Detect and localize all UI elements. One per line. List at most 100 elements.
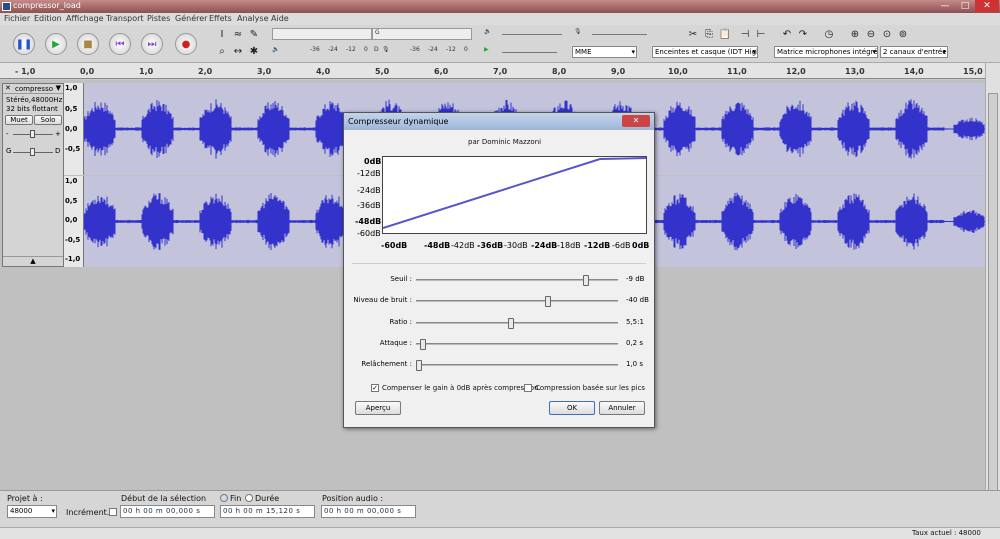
meter-tick: -36	[310, 46, 320, 53]
menu-transport[interactable]: Transport	[106, 14, 144, 23]
close-icon[interactable]: ✕	[975, 0, 999, 12]
silence-icon[interactable]: ⊢	[754, 28, 768, 42]
meter-tick: -24	[428, 46, 438, 53]
pan-slider[interactable]	[13, 148, 53, 156]
play-at-speed-slider[interactable]: ▶	[484, 46, 564, 58]
audio-position-time[interactable]: 00 h 00 m 00,000 s	[321, 505, 416, 518]
dialog-titlebar[interactable]: Compresseur dynamique ✕	[344, 113, 654, 130]
vertical-scrollbar[interactable]	[985, 63, 1000, 493]
play-button[interactable]: ▶	[45, 33, 67, 55]
chevron-down-icon: ▾	[942, 48, 946, 56]
preview-button[interactable]: Aperçu	[355, 401, 401, 415]
menu-generer[interactable]: Générer	[175, 14, 207, 23]
pause-button[interactable]: ❚❚	[13, 33, 35, 55]
ok-button[interactable]: OK	[549, 401, 595, 415]
dialog-author: par Dominic Mazzoni	[468, 138, 542, 146]
graph-x-tick: 0dB	[632, 241, 650, 250]
release-row: Relâchement : 1,0 s	[344, 358, 654, 372]
trim-icon[interactable]: ⊣	[738, 28, 752, 42]
solo-button[interactable]: Solo	[34, 115, 62, 125]
noise-floor-slider-thumb[interactable]	[545, 296, 551, 307]
skip-end-button[interactable]: ⏭	[141, 33, 163, 55]
input-device-select[interactable]: Matrice microphones intégrée ▾	[774, 46, 878, 58]
fit-selection-icon[interactable]: ⊙	[880, 28, 894, 42]
maximize-button[interactable]: □	[955, 0, 975, 12]
track-format: Stéréo,48000Hz	[6, 96, 63, 104]
sync-lock-icon[interactable]: ◷	[822, 28, 836, 42]
compensate-gain-checkbox[interactable]: ✓	[371, 384, 379, 392]
noise-floor-slider[interactable]	[416, 296, 618, 307]
paste-icon[interactable]: 📋	[718, 28, 732, 42]
window-titlebar: compressor_load — □ ✕	[0, 0, 1000, 13]
output-device-select[interactable]: Enceintes et casque (IDT High ▾	[652, 46, 758, 58]
menu-affichage[interactable]: Affichage	[66, 14, 104, 23]
ratio-row: Ratio : 5,5:1	[344, 316, 654, 330]
playback-meter[interactable]	[272, 28, 372, 40]
duration-radio[interactable]	[245, 494, 253, 502]
stop-button[interactable]: ■	[77, 33, 99, 55]
ratio-slider-thumb[interactable]	[508, 318, 514, 329]
collapse-track-button[interactable]: ▲	[3, 256, 63, 266]
menu-fichier[interactable]: Fichier	[4, 14, 30, 23]
menu-pistes[interactable]: Pistes	[147, 14, 170, 23]
ruler-tick: - 1,0	[15, 67, 36, 76]
attack-slider[interactable]	[416, 339, 618, 350]
mixer-output-slider[interactable]: 🔉	[484, 28, 569, 40]
fit-project-icon[interactable]: ⊚	[896, 28, 910, 42]
mute-button[interactable]: Muet	[5, 115, 33, 125]
multi-tool-icon[interactable]: ✱	[247, 45, 261, 59]
vruler-tick: 0,5	[65, 105, 78, 113]
copy-icon[interactable]: ⎘	[702, 28, 716, 42]
undo-icon[interactable]: ↶	[780, 28, 794, 42]
zoom-in-icon[interactable]: ⊕	[848, 28, 862, 42]
draw-tool-icon[interactable]: ✎	[247, 28, 261, 42]
attack-slider-thumb[interactable]	[420, 339, 426, 350]
threshold-value: -9 dB	[626, 275, 645, 283]
gain-slider[interactable]	[13, 130, 53, 138]
timeshift-tool-icon[interactable]: ↔	[231, 45, 245, 59]
end-radio[interactable]	[220, 494, 228, 502]
input-device-value: Matrice microphones intégrée	[777, 48, 878, 56]
record-button[interactable]: ●	[175, 33, 197, 55]
selection-start-time[interactable]: 00 h 00 m 00,000 s	[120, 505, 215, 518]
selection-end-time[interactable]: 00 h 00 m 15,120 s	[220, 505, 315, 518]
compression-curve-graph	[382, 156, 647, 234]
skip-start-button[interactable]: ⏮	[109, 33, 131, 55]
menu-analyse[interactable]: Analyse	[237, 14, 269, 23]
close-icon[interactable]: ✕	[622, 115, 650, 127]
threshold-slider[interactable]	[416, 275, 618, 286]
channels-select[interactable]: 2 canaux d'entrée ▾	[880, 46, 948, 58]
snap-to-checkbox[interactable]	[109, 508, 117, 516]
menu-effets[interactable]: Effets	[209, 14, 232, 23]
ratio-slider[interactable]	[416, 318, 618, 329]
track-header[interactable]: ✕ compresso ▼	[3, 84, 63, 94]
cut-icon[interactable]: ✂	[686, 28, 700, 42]
host-select[interactable]: MME ▾	[572, 46, 637, 58]
envelope-tool-icon[interactable]: ≈	[231, 28, 245, 42]
record-meter[interactable]: G	[372, 28, 472, 40]
threshold-slider-thumb[interactable]	[583, 275, 589, 286]
dialog-title: Compresseur dynamique	[348, 117, 449, 126]
selection-toolbar: Projet à : 48000 ▾ Incrément... Début de …	[0, 490, 1000, 527]
meter-tick: -12	[346, 46, 356, 53]
ruler-tick: 6,0	[434, 67, 449, 76]
mixer-input-slider[interactable]: 🎙	[574, 28, 654, 40]
minimize-button[interactable]: —	[935, 0, 955, 12]
zoom-tool-icon[interactable]: ⌕	[215, 45, 229, 59]
menu-edition[interactable]: Edition	[34, 14, 62, 23]
timeline-ruler[interactable]: - 1,0 0,0 1,0 2,0 3,0 4,0 5,0 6,0 7,0 8,…	[0, 63, 985, 79]
release-slider-thumb[interactable]	[416, 360, 422, 371]
track-menu-chevron-icon[interactable]: ▼	[56, 84, 61, 92]
play-speed-icon: ▶	[484, 46, 489, 53]
cancel-button[interactable]: Annuler	[599, 401, 645, 415]
redo-icon[interactable]: ↷	[796, 28, 810, 42]
project-rate-select[interactable]: 48000 ▾	[7, 505, 57, 518]
scrollbar-thumb[interactable]	[988, 93, 998, 493]
track-close-icon[interactable]: ✕	[5, 84, 11, 92]
microphone-icon: 🎙	[574, 28, 582, 35]
menu-aide[interactable]: Aide	[271, 14, 289, 23]
release-slider[interactable]	[416, 360, 618, 371]
selection-tool-icon[interactable]: I	[215, 28, 229, 42]
zoom-out-icon[interactable]: ⊖	[864, 28, 878, 42]
peak-compression-checkbox[interactable]	[524, 384, 532, 392]
